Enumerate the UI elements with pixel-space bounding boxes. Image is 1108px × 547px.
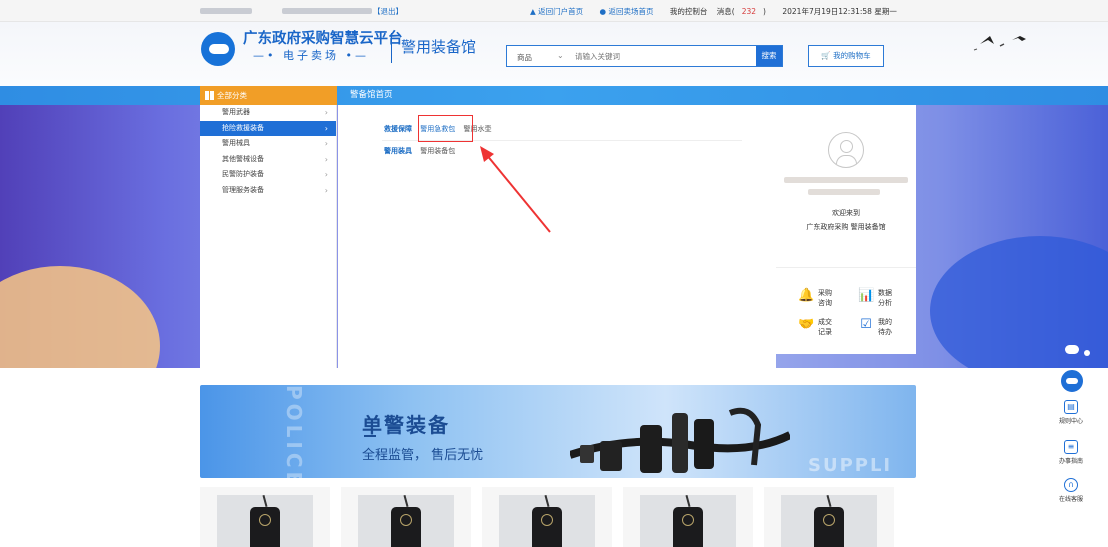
quick-link-consult[interactable]: 🔔 采购 咨询	[798, 288, 832, 308]
product-image	[217, 495, 313, 547]
chevron-right-icon: ›	[324, 108, 328, 117]
sidebar-item-rescue[interactable]: 抢险救援装备 ›	[200, 120, 336, 136]
book-icon: ▤	[1064, 400, 1078, 414]
user-info-redacted	[808, 189, 880, 195]
quick-link-todo[interactable]: ☑ 我的 待办	[860, 317, 892, 337]
sidebar-item-protection[interactable]: 民警防护装备 ›	[200, 167, 336, 183]
chevron-right-icon: ›	[324, 185, 328, 195]
product-image	[499, 495, 595, 547]
cart-icon: 🛒	[821, 51, 831, 60]
chat-bubble-icon	[1065, 345, 1079, 354]
tab-hall-home[interactable]: 警备馆首页	[350, 86, 393, 105]
username-redacted	[200, 8, 252, 14]
sidebar-item-management[interactable]: 管理服务装备 ›	[200, 183, 336, 199]
subcategory-row: 警用装具 警用装备包	[384, 146, 461, 156]
document-icon: ≡	[1064, 440, 1078, 454]
todo-icon: ☑	[860, 317, 872, 332]
product-card[interactable]	[341, 487, 471, 547]
robot-assistant-icon[interactable]	[1059, 368, 1085, 394]
quick-link-analytics[interactable]: 📊 数据 分析	[858, 288, 892, 308]
sidebar-item-restraints[interactable]: 警用械具 ›	[200, 136, 336, 152]
product-card[interactable]	[764, 487, 894, 547]
handshake-icon: 🤝	[798, 317, 815, 332]
avatar-icon[interactable]	[828, 132, 864, 168]
datetime: 2021年7月19日12:31:58 星期一	[782, 7, 897, 16]
subcategory-title[interactable]: 救援保障	[384, 125, 412, 133]
search-button[interactable]: 搜索	[756, 46, 782, 66]
chevron-right-icon: ›	[324, 139, 328, 148]
user-info-redacted	[784, 177, 908, 183]
quick-link-deals[interactable]: 🤝 成交 记录	[798, 317, 832, 337]
police-badge-icon	[400, 514, 412, 526]
promo-banner[interactable]: POLICE 单警装备 全程监管， 售后无忧 SUPPLI	[200, 385, 916, 478]
rules-center-button[interactable]: ▤ 规则中心	[1053, 400, 1089, 425]
annotation-arrow-icon	[480, 146, 551, 233]
chevron-right-icon: ›	[324, 123, 328, 133]
link-equipment-bag[interactable]: 警用装备包	[420, 147, 455, 155]
sidebar-item-other-equipment[interactable]: 其他警械设备 ›	[200, 152, 336, 168]
org-name-redacted	[282, 8, 372, 14]
console-link[interactable]: 我的控制台	[670, 7, 708, 16]
search-input[interactable]	[575, 49, 750, 63]
police-badge-icon	[682, 514, 694, 526]
headset-icon: ∩	[1064, 478, 1078, 492]
product-grid	[200, 487, 916, 547]
annotation-highlight-box	[418, 115, 473, 142]
product-card[interactable]	[623, 487, 753, 547]
back-portal-link[interactable]: ▲ 返回门户首页	[530, 7, 590, 16]
product-card[interactable]	[200, 487, 330, 547]
promo-bg-text: SUPPLI	[808, 455, 893, 476]
guide-button[interactable]: ≡ 办事指南	[1053, 440, 1089, 465]
promo-divider	[364, 435, 376, 437]
chevron-right-icon: ›	[324, 170, 328, 179]
top-bar: 【退出】 ▲ 返回门户首页 ● 返回卖场首页 我的控制台 消息(232) 202…	[0, 0, 1108, 22]
category-sidebar: 警用武器 › 抢险救援装备 › 警用械具 › 其他警械设备 › 民警防护装备 › 管理服务…	[200, 105, 337, 368]
logout-link[interactable]: 【退出】	[373, 6, 403, 17]
brand-hall-name: 警用装备馆	[401, 38, 477, 56]
search-bar: 商品 ⌄ 搜索	[506, 45, 783, 67]
promo-subtitle: 全程监管， 售后无忧	[362, 448, 484, 463]
welcome-text: 欢迎来到	[832, 209, 860, 217]
duty-belt-image	[570, 407, 790, 473]
brand-title: 广东政府采购智慧云平台	[243, 31, 403, 47]
cart-button[interactable]: 🛒 我的购物车	[808, 45, 884, 67]
product-image	[781, 495, 877, 547]
chevron-right-icon: ›	[324, 154, 328, 164]
floating-toolbar: ▤ 规则中心 ≡ 办事指南 ∩ 在线客服	[1053, 358, 1087, 518]
police-badge-icon	[541, 514, 553, 526]
user-profile-card: 欢迎来到 广东政府采购 警用装备馆	[776, 105, 916, 268]
grid-icon	[205, 91, 214, 100]
birds-decoration-icon	[973, 36, 1026, 51]
promo-title: 单警装备	[362, 413, 450, 437]
police-badge-icon	[823, 514, 835, 526]
online-service-button[interactable]: ∩ 在线客服	[1053, 478, 1089, 503]
subcategory-title[interactable]: 警用装具	[384, 147, 412, 155]
search-category-select[interactable]: 商品	[517, 52, 532, 63]
brand-subtitle: —• 电子卖场 •—	[253, 49, 369, 62]
product-image	[640, 495, 736, 547]
banner-decoration	[930, 236, 1108, 368]
chart-icon: 📊	[858, 288, 875, 303]
bell-icon: 🔔	[798, 288, 815, 303]
banner-decoration	[0, 266, 160, 368]
messages-link[interactable]: 消息(232)	[717, 7, 773, 16]
brand-divider	[391, 33, 392, 63]
promo-bg-text: POLICE	[282, 385, 306, 478]
quick-links: 🔔 采购 咨询 📊 数据 分析 🤝 成交 记录 ☑ 我的 待办	[776, 267, 916, 354]
nav-strip	[0, 86, 1108, 105]
back-mall-link[interactable]: ● 返回卖场首页	[600, 7, 661, 16]
police-badge-icon	[259, 514, 271, 526]
product-card[interactable]	[482, 487, 612, 547]
all-categories-button[interactable]: 全部分类	[200, 86, 337, 105]
platform-logo[interactable]	[201, 32, 235, 66]
chevron-down-icon[interactable]: ⌄	[557, 51, 564, 60]
sidebar-item-weapons[interactable]: 警用武器 ›	[200, 105, 336, 121]
product-image	[358, 495, 454, 547]
messages-count: 232	[741, 7, 757, 16]
dot-icon	[1084, 350, 1090, 356]
welcome-text: 广东政府采购 警用装备馆	[806, 223, 886, 231]
